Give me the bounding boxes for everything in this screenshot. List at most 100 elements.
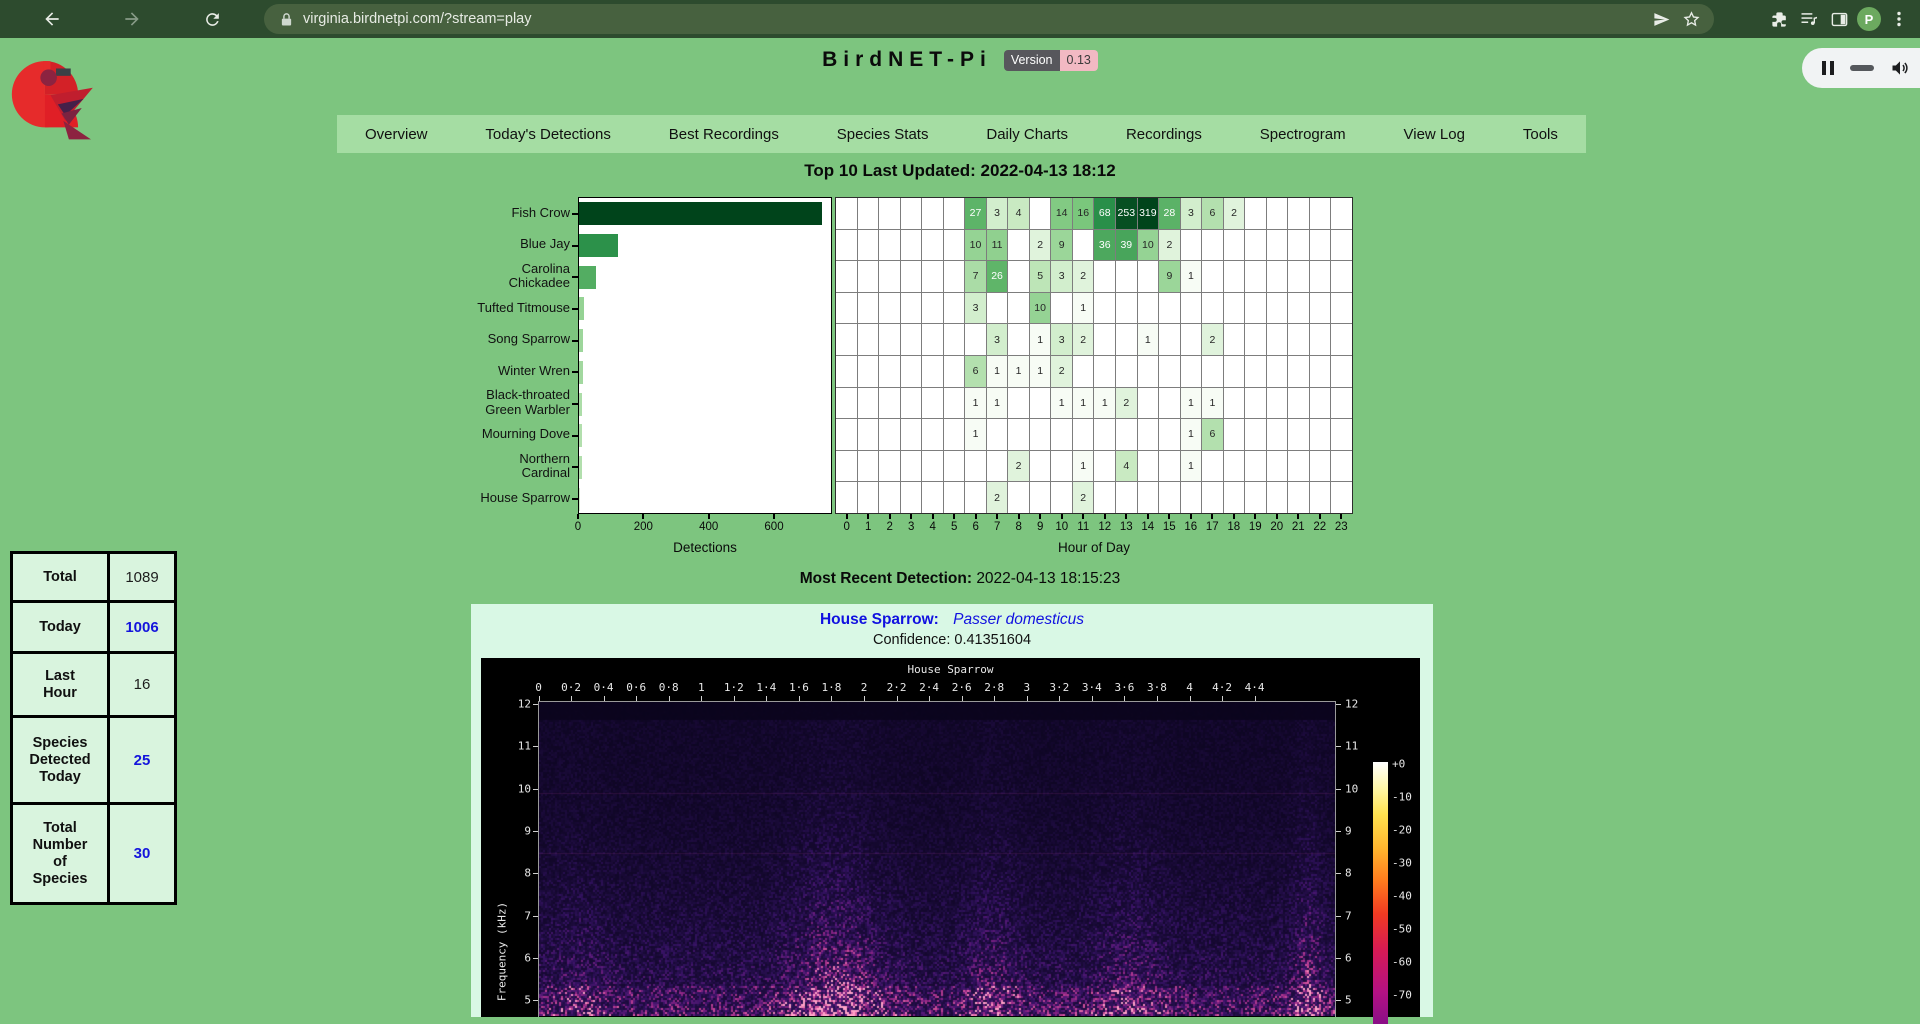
side-panel-icon[interactable]	[1824, 4, 1854, 34]
heat-xtick-dash	[1276, 514, 1278, 519]
heatmap-cell	[922, 198, 943, 229]
heatmap-cell	[1181, 356, 1202, 387]
spec-xtick-label: 3·2	[1049, 681, 1069, 694]
forward-button[interactable]	[118, 5, 146, 33]
stat-value-link[interactable]: 1006	[109, 602, 176, 653]
heatmap-cell	[1310, 230, 1331, 261]
nav-item-recordings[interactable]: Recordings	[1126, 126, 1202, 143]
heatmap-cell	[879, 261, 900, 292]
heatmap-cell	[1073, 230, 1094, 261]
heatmap-cell: 2	[1116, 388, 1137, 419]
heatmap-cell	[901, 419, 922, 450]
heatmap-cell	[1138, 388, 1159, 419]
pause-button[interactable]	[1822, 61, 1834, 75]
nav-item-best-recordings[interactable]: Best Recordings	[669, 126, 779, 143]
heatmap-cell: 1	[1073, 293, 1094, 324]
heatmap-cell	[1331, 356, 1352, 387]
heatmap-cell: 1	[1051, 388, 1072, 419]
heatmap-cell: 2	[987, 482, 1008, 513]
back-button[interactable]	[38, 5, 66, 33]
nav-item-today-s-detections[interactable]: Today's Detections	[485, 126, 610, 143]
heatmap-cell	[922, 356, 943, 387]
profile-avatar[interactable]: P	[1854, 4, 1884, 34]
species-label: Black-throatedGreen Warbler	[430, 387, 570, 419]
species-label-line: Carolina	[522, 262, 570, 277]
heat-xtick-label: 1	[865, 521, 871, 533]
heatmap-cell	[1138, 293, 1159, 324]
heatmap-cell	[1159, 356, 1180, 387]
heatmap-cell: 2	[1008, 451, 1029, 482]
heatmap-cell: 5	[1030, 261, 1051, 292]
heat-xtick-label: 23	[1335, 521, 1348, 533]
bar-xtick-dash	[773, 514, 775, 519]
recent-detection-value: 2022-04-13 18:15:23	[976, 570, 1120, 587]
heatmap-cell: 1	[987, 388, 1008, 419]
heatmap-cell	[1245, 198, 1266, 229]
heat-xtick-dash	[1039, 514, 1041, 519]
heatmap-cell	[836, 293, 857, 324]
heatmap-cell	[879, 356, 900, 387]
bookmark-star-icon[interactable]	[1676, 4, 1706, 34]
spectrogram-title: House Sparrow	[481, 663, 1420, 676]
species-label: Winter Wren	[430, 355, 570, 387]
heatmap-cell: 2	[1051, 356, 1072, 387]
heat-xtick-dash	[1319, 514, 1321, 519]
stat-value-link[interactable]: 30	[109, 804, 176, 904]
heatmap-cell	[1073, 356, 1094, 387]
heatmap-cell	[922, 388, 943, 419]
nav-item-species-stats[interactable]: Species Stats	[837, 126, 929, 143]
heatmap-cell	[922, 230, 943, 261]
extensions-icon[interactable]	[1764, 4, 1794, 34]
heatmap-cell	[1138, 419, 1159, 450]
seek-slider[interactable]	[1850, 65, 1874, 71]
spec-xtick-label: 3·6	[1114, 681, 1134, 694]
reload-button[interactable]	[198, 5, 226, 33]
heatmap-cell	[1051, 419, 1072, 450]
heatmap-cell	[836, 261, 857, 292]
spec-ytick-dash	[1336, 746, 1341, 747]
nav-item-view-log[interactable]: View Log	[1404, 126, 1465, 143]
heatmap-cell	[1288, 419, 1309, 450]
heat-xtick-dash	[1297, 514, 1299, 519]
heatmap-cell: 2	[1073, 482, 1094, 513]
heatmap-cell	[922, 324, 943, 355]
stat-label: Last Hour	[12, 653, 109, 717]
heatmap-cell	[858, 356, 879, 387]
heatmap-cell: 16	[1073, 198, 1094, 229]
spec-xtick-dash	[1190, 696, 1191, 701]
heatmap-cell	[1116, 293, 1137, 324]
colorbar-tick-label: -70	[1392, 989, 1412, 1002]
nav-item-overview[interactable]: Overview	[365, 126, 428, 143]
bar-xtick-label: 600	[764, 521, 783, 533]
spec-xtick-label: 4	[1186, 681, 1193, 694]
heatmap-cell	[858, 388, 879, 419]
spec-xtick-label: 1·6	[789, 681, 809, 694]
nav-item-spectrogram[interactable]: Spectrogram	[1260, 126, 1346, 143]
spec-ytick-dash	[1336, 916, 1341, 917]
bar-plot	[578, 197, 832, 514]
media-playlist-icon[interactable]	[1794, 4, 1824, 34]
nav-item-daily-charts[interactable]: Daily Charts	[986, 126, 1068, 143]
url-bar[interactable]: virginia.birdnetpi.com/?stream=play	[264, 4, 1714, 34]
heatmap-cell	[1310, 451, 1331, 482]
nav-item-tools[interactable]: Tools	[1523, 126, 1558, 143]
spec-xtick-label: 4·4	[1245, 681, 1265, 694]
spec-xtick-dash	[1059, 696, 1060, 701]
heatmap-cell	[1008, 324, 1029, 355]
spec-xtick-label: 0·6	[626, 681, 646, 694]
heatmap-cell	[858, 261, 879, 292]
heatmap-cell	[1159, 388, 1180, 419]
heatmap-cell	[1288, 261, 1309, 292]
heatmap-cell	[901, 198, 922, 229]
spec-xtick-label: 1·8	[822, 681, 842, 694]
heatmap-cell: 3	[1051, 324, 1072, 355]
detections-bar	[579, 266, 596, 289]
volume-icon[interactable]	[1890, 58, 1910, 78]
kebab-menu-icon[interactable]	[1884, 4, 1914, 34]
send-icon[interactable]	[1646, 4, 1676, 34]
heat-xtick-dash	[1211, 514, 1213, 519]
url-text: virginia.birdnetpi.com/?stream=play	[303, 11, 531, 27]
spec-xtick-dash	[864, 696, 865, 701]
stat-value-link[interactable]: 25	[109, 717, 176, 804]
heatmap-cell: 3	[1051, 261, 1072, 292]
